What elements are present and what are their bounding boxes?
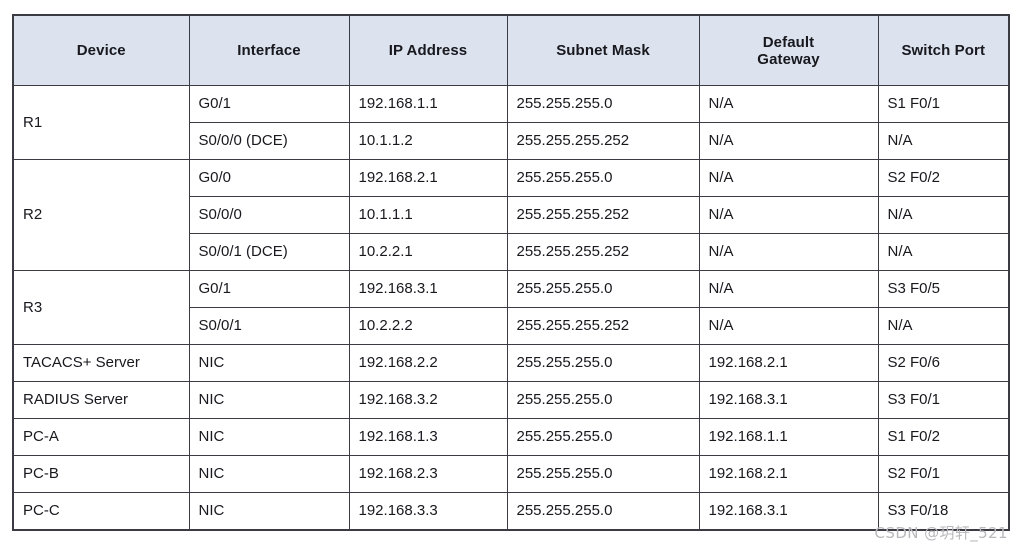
cell-switchport: S1 F0/2 <box>877 418 1010 456</box>
cell-gateway: 192.168.3.1 <box>698 492 879 531</box>
cell-gateway: 192.168.2.1 <box>698 344 879 382</box>
cell-interface: G0/0 <box>188 159 350 197</box>
cell-gateway: 192.168.2.1 <box>698 455 879 493</box>
column-header-label: Gateway <box>757 50 820 68</box>
table-row: PC-C NIC 192.168.3.3 255.255.255.0 192.168.3… <box>12 492 1010 531</box>
cell-interface: NIC <box>188 418 350 456</box>
cell-ip: 192.168.2.3 <box>348 455 508 493</box>
cell-gateway: N/A <box>698 85 879 123</box>
table-row: PC-A NIC 192.168.1.3 255.255.255.0 192.168.1… <box>12 418 1010 456</box>
cell-switchport: N/A <box>877 122 1010 160</box>
cell-interface: S0/0/1 <box>188 307 350 345</box>
cell-switchport: S3 F0/5 <box>877 270 1010 308</box>
device-name-cell: RADIUS Server <box>12 381 190 419</box>
cell-ip: 192.168.1.1 <box>348 85 508 123</box>
cell-switchport: S2 F0/1 <box>877 455 1010 493</box>
device-name-cell: PC-A <box>12 418 190 456</box>
cell-mask: 255.255.255.0 <box>506 455 700 493</box>
table-row: TACACS+ Server NIC 192.168.2.2 255.255.255.… <box>12 344 1010 382</box>
cell-switchport: N/A <box>877 307 1010 345</box>
cell-gateway: N/A <box>698 122 879 160</box>
column-header-label: Subnet Mask <box>556 42 650 59</box>
cell-switchport: S3 F0/1 <box>877 381 1010 419</box>
cell-switchport: N/A <box>877 233 1010 271</box>
cell-gateway: N/A <box>698 270 879 308</box>
cell-interface: NIC <box>188 492 350 531</box>
cell-mask: 255.255.255.0 <box>506 344 700 382</box>
cell-gateway: N/A <box>698 196 879 234</box>
cell-ip: 10.1.1.1 <box>348 196 508 234</box>
cell-ip: 192.168.3.1 <box>348 270 508 308</box>
cell-ip: 192.168.2.1 <box>348 159 508 197</box>
cell-switchport: N/A <box>877 196 1010 234</box>
cell-interface: G0/1 <box>188 270 350 308</box>
cell-interface: G0/1 <box>188 85 350 123</box>
cell-ip: 192.168.2.2 <box>348 344 508 382</box>
table-row: R1 G0/1 192.168.1.1 255.255.255.0 N/A S1 F0/1 <box>12 85 1010 160</box>
cell-gateway: N/A <box>698 307 879 345</box>
cell-interface: S0/0/0 (DCE) <box>188 122 350 160</box>
table-row: RADIUS Server NIC 192.168.3.2 255.255.255.0… <box>12 381 1010 419</box>
cell-ip: 10.2.2.2 <box>348 307 508 345</box>
column-header-label: Default <box>762 33 815 51</box>
device-name-cell: R3 <box>12 270 190 345</box>
cell-ip: 192.168.3.2 <box>348 381 508 419</box>
cell-ip: 10.2.2.1 <box>348 233 508 271</box>
cell-switchport: S2 F0/2 <box>877 159 1010 197</box>
cell-mask: 255.255.255.0 <box>506 381 700 419</box>
cell-mask: 255.255.255.0 <box>506 492 700 531</box>
cell-switchport: S1 F0/1 <box>877 85 1010 123</box>
cell-switchport: S3 F0/18 <box>877 492 1010 531</box>
column-header-gateway: Default Gateway <box>698 14 879 86</box>
cell-interface: S0/0/0 <box>188 196 350 234</box>
cell-gateway: N/A <box>698 159 879 197</box>
column-header-label: Interface <box>237 42 301 59</box>
cell-mask: 255.255.255.0 <box>506 270 700 308</box>
device-name-cell: PC-B <box>12 455 190 493</box>
table-header: Device Interface IP Address Subnet Mask Defa… <box>12 14 1010 86</box>
cell-interface: NIC <box>188 455 350 493</box>
table-body: R1 G0/1 192.168.1.1 255.255.255.0 N/A S1 F0/1… <box>12 85 1010 531</box>
column-header-switchport: Switch Port <box>877 14 1010 86</box>
table-row: R3 G0/1 192.168.3.1 255.255.255.0 N/A S3 F0/5 <box>12 270 1010 345</box>
addressing-table: Device Interface IP Address Subnet Mask Defa… <box>12 14 1010 531</box>
cell-mask: 255.255.255.0 <box>506 159 700 197</box>
addressing-table-container: Device Interface IP Address Subnet Mask Defa… <box>12 14 1010 531</box>
cell-mask: 255.255.255.252 <box>506 233 700 271</box>
device-name-cell: R1 <box>12 85 190 160</box>
cell-interface: NIC <box>188 344 350 382</box>
table-header-row: Device Interface IP Address Subnet Mask Defa… <box>12 14 1010 86</box>
cell-gateway: 192.168.1.1 <box>698 418 879 456</box>
device-name-cell: TACACS+ Server <box>12 344 190 382</box>
column-header-label: Switch Port <box>901 42 986 59</box>
cell-mask: 255.255.255.252 <box>506 196 700 234</box>
cell-gateway: N/A <box>698 233 879 271</box>
cell-ip: 10.1.1.2 <box>348 122 508 160</box>
column-header-interface: Interface <box>188 14 350 86</box>
cell-mask: 255.255.255.252 <box>506 307 700 345</box>
cell-mask: 255.255.255.0 <box>506 85 700 123</box>
cell-mask: 255.255.255.252 <box>506 122 700 160</box>
column-header-device: Device <box>12 14 190 86</box>
cell-mask: 255.255.255.0 <box>506 418 700 456</box>
cell-ip: 192.168.1.3 <box>348 418 508 456</box>
cell-interface: S0/0/1 (DCE) <box>188 233 350 271</box>
cell-ip: 192.168.3.3 <box>348 492 508 531</box>
column-header-ip: IP Address <box>348 14 508 86</box>
cell-gateway: 192.168.3.1 <box>698 381 879 419</box>
column-header-label: Device <box>76 42 126 59</box>
column-header-mask: Subnet Mask <box>506 14 700 86</box>
device-name-cell: PC-C <box>12 492 190 531</box>
column-header-label: IP Address <box>388 42 468 59</box>
table-row: R2 G0/0 192.168.2.1 255.255.255.0 N/A S2 F0/2 <box>12 159 1010 271</box>
table-row: PC-B NIC 192.168.2.3 255.255.255.0 192.168.2… <box>12 455 1010 493</box>
device-name-cell: R2 <box>12 159 190 271</box>
cell-switchport: S2 F0/6 <box>877 344 1010 382</box>
cell-interface: NIC <box>188 381 350 419</box>
